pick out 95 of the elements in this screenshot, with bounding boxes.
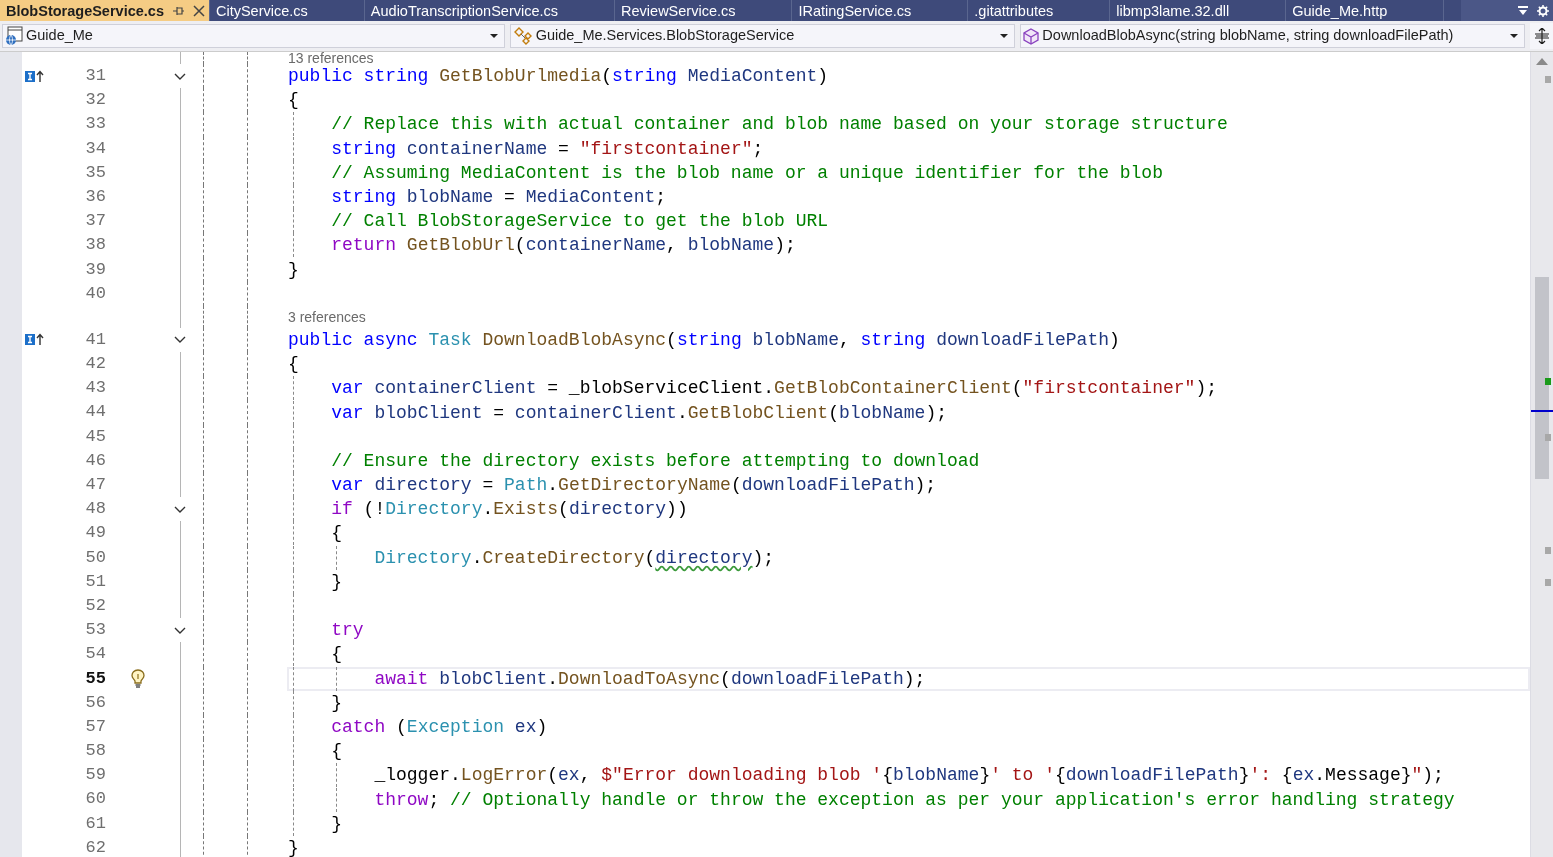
line-number: 33 [84,113,106,136]
line-number: 53 [84,619,106,642]
implementation-icon[interactable] [25,333,44,347]
code-line: Directory.CreateDirectory(directory); [374,546,775,570]
line-number: 56 [84,691,106,714]
line-number: 49 [84,522,106,545]
line-number: 50 [84,546,106,569]
code-line: } [331,570,342,594]
code-line: // Call BlobStorageService to get the blob URL [331,210,829,234]
line-number: 45 [84,425,106,448]
code-line: // Ensure the directory exists before attempting to download [331,449,980,473]
implementation-icon[interactable] [25,69,44,83]
code-line: { [331,643,342,667]
code-line: var containerClient = _blobServiceClient.GetBlobContainerClient("firstcontainer"); [331,377,1217,401]
vertical-scrollbar[interactable] [1530,52,1553,857]
code-line: var blobClient = containerClient.GetBlobClient(blobName); [331,401,947,425]
collapse-chevron-icon[interactable] [174,505,186,513]
caret-icon [489,34,498,38]
scrollbar-marker [1545,378,1551,385]
line-number: 40 [84,282,106,305]
class-icon [512,26,533,46]
code-line: public string GetBlobUrlmedia(string MediaContent) [288,65,829,89]
line-number: 38 [84,234,106,257]
navigation-dropdown[interactable]: Guide_Me.Services.BlobStorageService [509,24,1016,48]
code-line: { [331,740,342,764]
scroll-up-icon[interactable] [1536,58,1548,65]
navigation-dropdown[interactable]: Guide_Me [2,24,505,48]
document-tab[interactable]: BlobStorageService.cs [0,0,210,21]
code-line: public async Task DownloadBlobAsync(string blobName, string downloadFilePath) [288,328,1120,352]
line-number: 55 [84,667,106,690]
method-icon [1023,27,1040,45]
scrollbar-marker [1545,547,1551,555]
code-line: return GetBlobUrl(containerName, blobName); [331,234,796,258]
code-line: } [288,836,299,857]
line-number: 32 [84,89,106,112]
line-number: 51 [84,570,106,593]
collapse-chevron-icon[interactable] [174,336,186,344]
close-icon[interactable] [192,4,205,17]
line-number: 39 [84,258,106,281]
split-icon [1534,28,1549,44]
code-line: } [331,691,342,715]
settings-icon[interactable] [1537,4,1549,17]
line-number: 60 [84,788,106,811]
line-number: 62 [84,836,106,857]
line-number: 41 [84,328,106,351]
caret-icon [1000,34,1009,38]
code-line: try [331,619,364,643]
code-lens-link[interactable]: 13 references [288,52,374,65]
line-number: 44 [84,401,106,424]
code-line: string blobName = MediaContent; [331,186,667,210]
line-number: 46 [84,449,106,472]
scrollbar-marker [1545,434,1551,442]
line-number: 42 [84,353,106,376]
line-number: 58 [84,740,106,763]
scrollbar-marker [1545,579,1551,587]
code-line: { [288,353,299,377]
caret-position-marker [1531,410,1553,413]
line-number: 35 [84,161,106,184]
code-line: _logger.LogError(ex, $"Error downloading blob '{blobName}' to '{downloadFilePath}': {ex.Message}"); [374,764,1444,788]
navigation-dropdown[interactable]: DownloadBlobAsync(string blobName, string downloadFilePath) [1020,24,1525,48]
code-line: { [331,522,342,546]
line-number: 37 [84,210,106,233]
scrollbar-marker [1545,76,1551,84]
code-line: string containerName = "firstcontainer"; [331,137,764,161]
line-number: 48 [84,498,106,521]
line-number: 61 [84,812,106,835]
collapse-chevron-icon[interactable] [174,72,186,80]
line-number: 31 [84,65,106,87]
line-number: 59 [84,764,106,787]
line-number: 34 [84,137,106,160]
project-icon [5,26,23,46]
code-line: if (!Directory.Exists(directory)) [331,498,688,522]
line-number: 47 [84,474,106,496]
line-number: 52 [84,594,106,617]
line-number: 36 [84,185,106,208]
code-line: // Assuming MediaContent is the blob name or a unique identifier for the blob [331,161,1163,185]
code-line: var directory = Path.GetDirectoryName(downloadFilePath); [331,474,937,498]
code-lens-link[interactable]: 3 references [288,309,366,324]
dropdown-icon[interactable] [1517,5,1529,16]
line-number: 57 [84,715,106,738]
code-line: await blobClient.DownloadToAsync(downloadFilePath); [374,667,926,691]
line-number: 54 [84,643,106,666]
code-line: throw; // Optionally handle or throw the exception as per your application's error handling strategy [374,788,1455,812]
split-window-button[interactable] [1530,23,1553,49]
code-line: catch (Exception ex) [331,715,548,739]
lightbulb-icon[interactable] [130,669,146,689]
code-line: } [331,812,342,836]
line-number: 43 [84,377,106,400]
scrollbar-thumb[interactable] [1535,277,1549,479]
caret-icon [1510,34,1518,38]
code-line: // Replace this with actual container and blob name based on your storage structure [331,113,1228,137]
code-line: { [288,89,299,113]
collapse-chevron-icon[interactable] [174,626,186,634]
pin-icon[interactable] [171,4,185,17]
code-line: } [288,258,299,282]
